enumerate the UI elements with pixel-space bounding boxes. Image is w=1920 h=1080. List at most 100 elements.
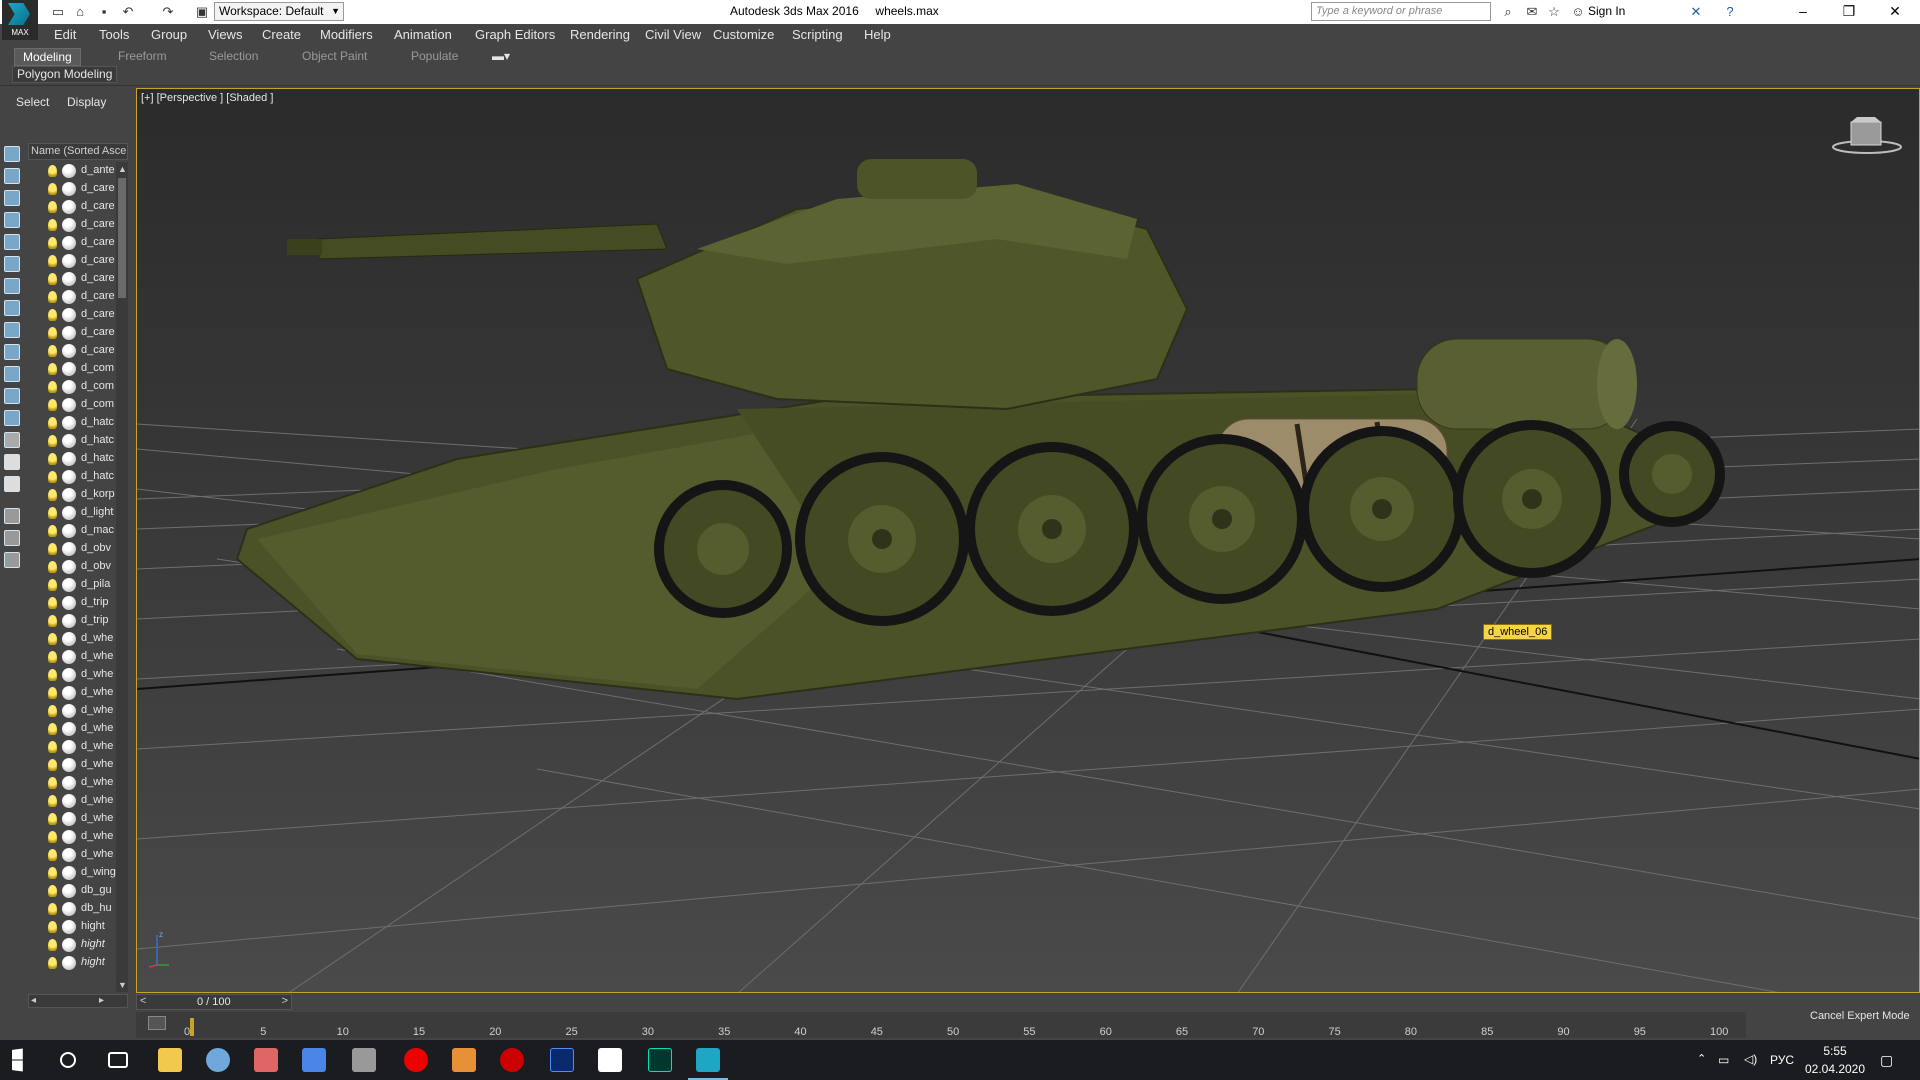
object-sphere-icon[interactable]: [62, 488, 76, 502]
object-sphere-icon[interactable]: [62, 740, 76, 754]
language-indicator[interactable]: РУС: [1770, 1053, 1794, 1067]
light-bulb-icon[interactable]: [48, 903, 57, 915]
object-sphere-icon[interactable]: [62, 758, 76, 772]
object-sphere-icon[interactable]: [62, 380, 76, 394]
menu-customize[interactable]: Customize: [713, 27, 774, 42]
light-bulb-icon[interactable]: [48, 705, 57, 717]
tab-display[interactable]: Display: [67, 95, 106, 109]
light-bulb-icon[interactable]: [48, 615, 57, 627]
light-bulb-icon[interactable]: [48, 507, 57, 519]
scroll-up-icon[interactable]: ▲: [118, 164, 127, 174]
containers-filter-icon[interactable]: [4, 388, 20, 404]
light-bulb-icon[interactable]: [48, 579, 57, 591]
light-bulb-icon[interactable]: [48, 453, 57, 465]
tab-freeform[interactable]: Freeform: [110, 48, 175, 66]
filter-funnel-icon[interactable]: [4, 508, 20, 524]
object-sphere-icon[interactable]: [62, 686, 76, 700]
light-bulb-icon[interactable]: [48, 543, 57, 555]
list-item[interactable]: d_whe: [28, 648, 116, 666]
display-none-icon[interactable]: [4, 146, 20, 162]
list-item[interactable]: d_hatc: [28, 414, 116, 432]
search-input[interactable]: Type a keyword or phrase: [1311, 2, 1491, 21]
menu-edit[interactable]: Edit: [54, 27, 76, 42]
object-sphere-icon[interactable]: [62, 848, 76, 862]
close-button[interactable]: ✕: [1872, 0, 1918, 24]
clock-time[interactable]: 5:55: [1805, 1044, 1865, 1058]
list-item[interactable]: d_obv: [28, 540, 116, 558]
xrefs-filter-icon[interactable]: [4, 344, 20, 360]
list-item[interactable]: hight: [28, 936, 116, 954]
save-icon[interactable]: ▪: [96, 4, 112, 20]
list-item[interactable]: d_whe: [28, 720, 116, 738]
list-item[interactable]: d_care: [28, 342, 116, 360]
cancel-expert-mode-button[interactable]: Cancel Expert Mode: [1810, 1010, 1910, 1022]
object-sphere-icon[interactable]: [62, 272, 76, 286]
light-bulb-icon[interactable]: [48, 183, 57, 195]
ribbon-options-icon[interactable]: ▬▾: [484, 48, 518, 66]
light-bulb-icon[interactable]: [48, 165, 57, 177]
menu-scripting[interactable]: Scripting: [792, 27, 843, 42]
light-bulb-icon[interactable]: [48, 939, 57, 951]
light-bulb-icon[interactable]: [48, 813, 57, 825]
list-item[interactable]: d_com: [28, 360, 116, 378]
s-app-icon[interactable]: [500, 1048, 524, 1072]
lights-filter-icon[interactable]: [4, 234, 20, 250]
sign-in-button[interactable]: Sign In: [1588, 4, 1625, 18]
tab-selection[interactable]: Selection: [201, 48, 266, 66]
shapes-filter-icon[interactable]: [4, 212, 20, 228]
light-bulb-icon[interactable]: [48, 399, 57, 411]
list-item[interactable]: d_wing: [28, 864, 116, 882]
object-sphere-icon[interactable]: [62, 866, 76, 880]
menu-create[interactable]: Create: [262, 27, 301, 42]
object-sphere-icon[interactable]: [62, 182, 76, 196]
list-item[interactable]: hight: [28, 954, 116, 972]
object-sphere-icon[interactable]: [62, 704, 76, 718]
undo-icon[interactable]: ↶: [120, 4, 136, 20]
object-sphere-icon[interactable]: [62, 416, 76, 430]
light-bulb-icon[interactable]: [48, 867, 57, 879]
minimize-button[interactable]: –: [1780, 0, 1826, 24]
list-item[interactable]: d_whe: [28, 846, 116, 864]
list-item[interactable]: d_ante: [28, 162, 116, 180]
object-sphere-icon[interactable]: [62, 938, 76, 952]
list-item[interactable]: hight: [28, 918, 116, 936]
bones-filter-icon[interactable]: [4, 366, 20, 382]
object-sphere-icon[interactable]: [62, 470, 76, 484]
helpers-filter-icon[interactable]: [4, 278, 20, 294]
light-bulb-icon[interactable]: [48, 651, 57, 663]
app-logo[interactable]: MAX: [2, 0, 38, 40]
list-item[interactable]: d_obv: [28, 558, 116, 576]
light-bulb-icon[interactable]: [48, 831, 57, 843]
light-bulb-icon[interactable]: [48, 525, 57, 537]
object-sphere-icon[interactable]: [62, 506, 76, 520]
list-item[interactable]: d_care: [28, 324, 116, 342]
list-item[interactable]: d_care: [28, 306, 116, 324]
p-app-icon[interactable]: [598, 1048, 622, 1072]
light-bulb-icon[interactable]: [48, 885, 57, 897]
scroll-thumb[interactable]: [118, 178, 126, 298]
light-bulb-icon[interactable]: [48, 633, 57, 645]
list-item[interactable]: d_whe: [28, 810, 116, 828]
spacewarps-filter-icon[interactable]: [4, 300, 20, 316]
object-sphere-icon[interactable]: [62, 578, 76, 592]
frozen-filter-icon[interactable]: [4, 410, 20, 426]
layer-icon[interactable]: [4, 476, 20, 492]
notifications-icon[interactable]: ▢: [1880, 1052, 1893, 1069]
list-item[interactable]: d_light: [28, 504, 116, 522]
light-bulb-icon[interactable]: [48, 363, 57, 375]
photoshop-icon[interactable]: [550, 1048, 574, 1072]
network-app-icon[interactable]: [302, 1048, 326, 1072]
object-sphere-icon[interactable]: [62, 650, 76, 664]
redo-icon[interactable]: ↷: [160, 4, 176, 20]
object-sphere-icon[interactable]: [62, 236, 76, 250]
cameras-filter-icon[interactable]: [4, 256, 20, 272]
light-bulb-icon[interactable]: [48, 327, 57, 339]
list-item[interactable]: d_korp: [28, 486, 116, 504]
object-sphere-icon[interactable]: [62, 524, 76, 538]
exchange-apps-icon[interactable]: ✕: [1688, 4, 1704, 20]
light-bulb-icon[interactable]: [48, 489, 57, 501]
object-sphere-icon[interactable]: [62, 632, 76, 646]
list-item[interactable]: d_pila: [28, 576, 116, 594]
game-app-icon[interactable]: [352, 1048, 376, 1072]
light-bulb-icon[interactable]: [48, 687, 57, 699]
